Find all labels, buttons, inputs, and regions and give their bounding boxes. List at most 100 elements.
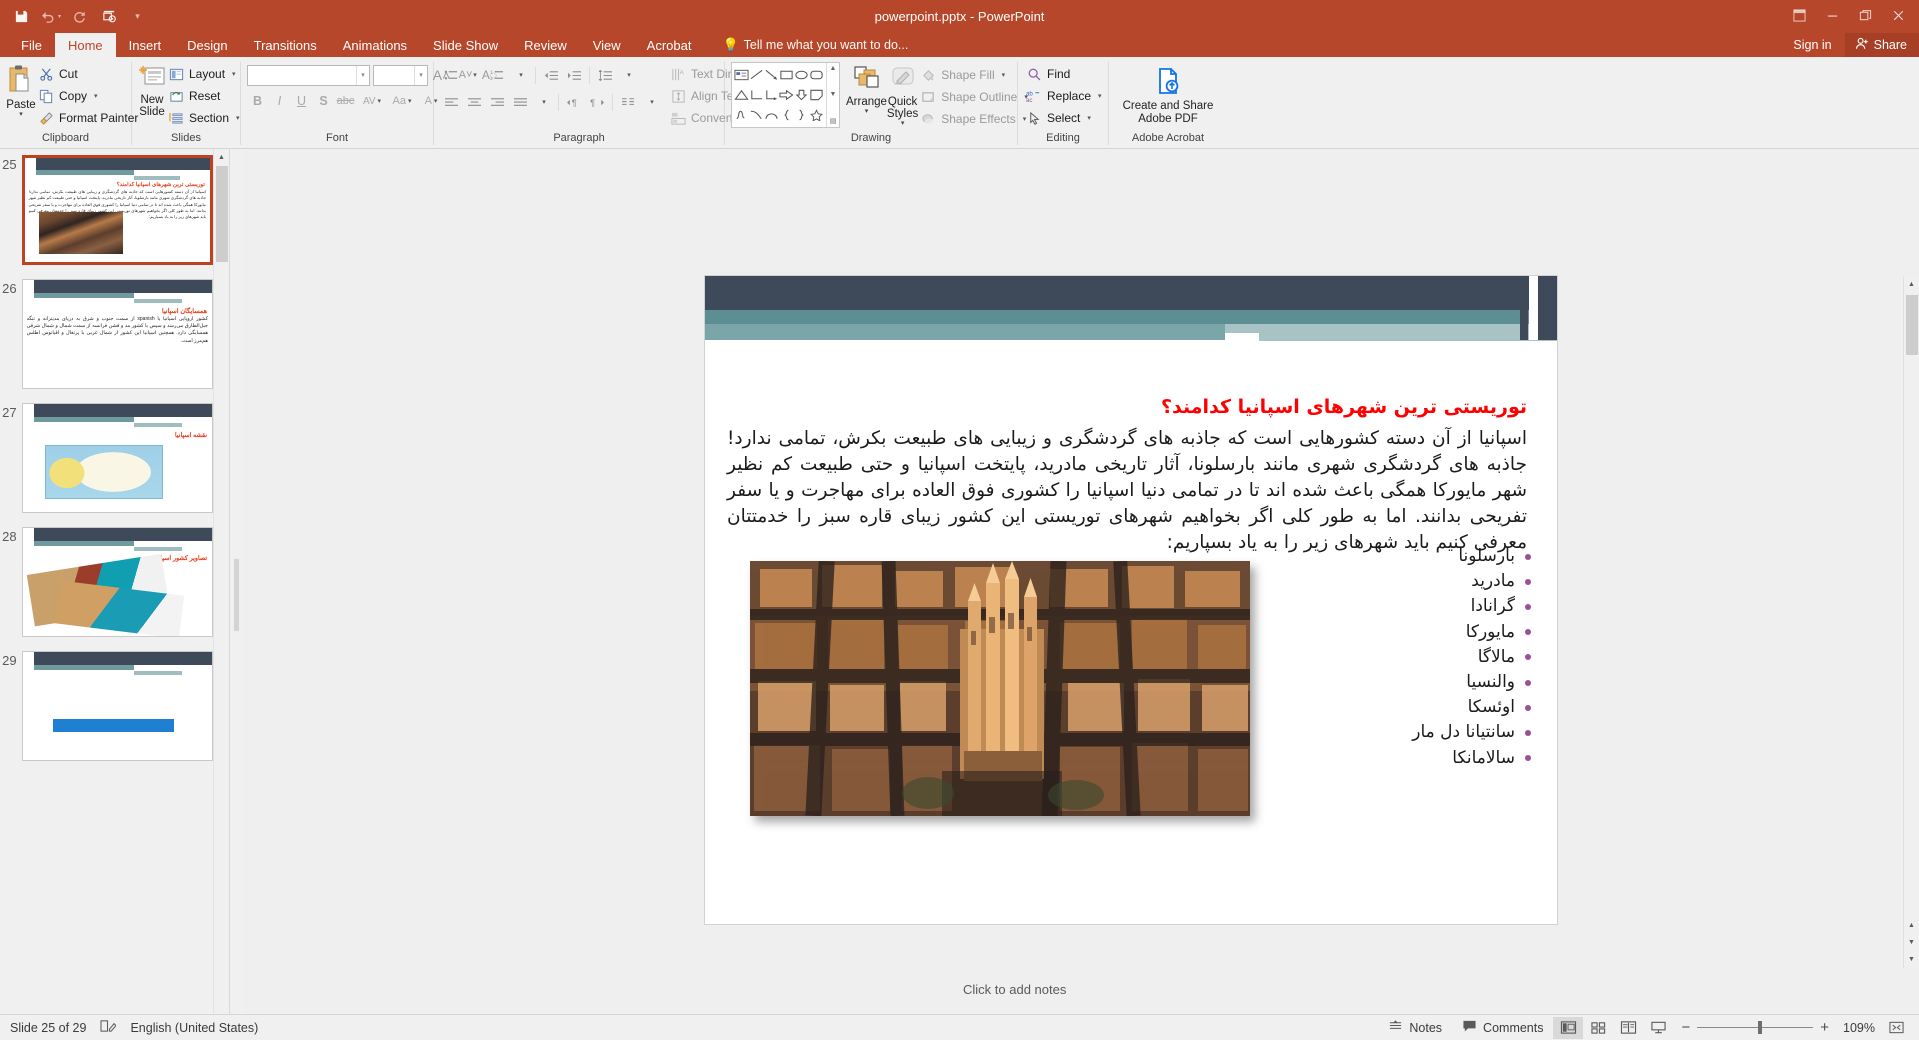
- increase-indent-button[interactable]: [563, 65, 585, 86]
- zoom-level[interactable]: 109%: [1837, 1021, 1881, 1035]
- thumbnail-row[interactable]: 26 همسایگان اسپانیا کشور اروپایی اسپانیا…: [0, 279, 213, 389]
- slide-show-button[interactable]: [1643, 1017, 1673, 1039]
- shapes-gallery[interactable]: ▲ ▼ ▤: [731, 62, 840, 128]
- ribbon-display-options-icon[interactable]: [1783, 1, 1816, 29]
- chevron-down-icon[interactable]: ▾: [1002, 71, 1006, 79]
- shape-fill-button[interactable]: Shape Fill ▾: [918, 64, 1032, 86]
- reading-view-button[interactable]: [1613, 1017, 1643, 1039]
- share-button[interactable]: Share: [1844, 33, 1919, 57]
- tab-design[interactable]: Design: [174, 33, 240, 57]
- shapes-gallery-scrollbar[interactable]: ▲ ▼ ▤: [826, 63, 839, 127]
- next-slide-icon[interactable]: ▼: [1904, 934, 1919, 951]
- previous-slide-icon[interactable]: ▲: [1904, 917, 1919, 934]
- replace-button[interactable]: ab ac Replace ▾: [1024, 85, 1106, 107]
- italic-button[interactable]: I: [269, 91, 290, 112]
- slide-thumbnail-28[interactable]: تصاویر کشور اسپانیا: [21, 527, 213, 637]
- format-painter-button[interactable]: Format Painter: [36, 107, 142, 129]
- create-and-share-adobe-pdf-button[interactable]: Create and Share Adobe PDF: [1115, 63, 1221, 125]
- new-slide-button[interactable]: New Slide: [138, 61, 166, 118]
- columns-button-dropdown[interactable]: ▾: [640, 92, 662, 113]
- scroll-down-icon[interactable]: ▼: [830, 91, 837, 98]
- chevron-down-icon[interactable]: ▾: [236, 114, 240, 122]
- sign-in-button[interactable]: Sign in: [1780, 38, 1844, 52]
- slide-thumbnail-25[interactable]: توریستی ترین شهرهای اسپانیا کدامند؟ اسپا…: [21, 155, 213, 265]
- slide-editing-surface[interactable]: توریستی ترین شهرهای اسپانیا کدامند؟ اسپا…: [705, 276, 1557, 924]
- shape-outline-button[interactable]: Shape Outline ▾: [918, 86, 1032, 108]
- change-case-button[interactable]: Aa ▾: [388, 91, 416, 112]
- chevron-down-icon[interactable]: ▾: [414, 65, 427, 85]
- tab-acrobat[interactable]: Acrobat: [634, 33, 705, 57]
- scribble-shape-icon[interactable]: [734, 105, 749, 125]
- columns-button[interactable]: [617, 92, 639, 113]
- spelling-icon[interactable]: [100, 1019, 118, 1036]
- line-spacing-button[interactable]: [594, 65, 616, 86]
- numbering-dropdown[interactable]: ▾: [509, 65, 531, 86]
- align-right-button[interactable]: [486, 92, 508, 113]
- chevron-down-icon[interactable]: ▾: [865, 108, 869, 115]
- redo-icon[interactable]: [66, 4, 93, 30]
- zoom-track[interactable]: [1697, 1021, 1814, 1034]
- thumbnail-pane-scrollbar[interactable]: ▲ ▼: [213, 149, 229, 1040]
- down-arrow-shape-icon[interactable]: [794, 85, 809, 105]
- elbow-arrow-connector-icon[interactable]: [764, 85, 779, 105]
- shape-effects-button[interactable]: Shape Effects ▾: [918, 108, 1032, 130]
- bold-button[interactable]: B: [247, 91, 268, 112]
- elbow-connector-icon[interactable]: [749, 85, 764, 105]
- slide-vertical-scrollbar[interactable]: ▲ ▲ ▼ ▼: [1903, 276, 1919, 968]
- star-shape-icon[interactable]: [809, 105, 824, 125]
- line-shape-icon[interactable]: [749, 65, 764, 85]
- curve-shape-icon[interactable]: [749, 105, 764, 125]
- slide-thumbnail-29[interactable]: [21, 651, 213, 761]
- strikethrough-button[interactable]: abc: [335, 91, 356, 112]
- bullets-button[interactable]: [440, 65, 462, 86]
- layout-button[interactable]: Layout ▾: [166, 63, 244, 85]
- text-shadow-button[interactable]: S: [313, 91, 334, 112]
- arc-shape-icon[interactable]: [764, 105, 779, 125]
- justify-button[interactable]: [509, 92, 531, 113]
- left-brace-shape-icon[interactable]: [779, 105, 794, 125]
- tab-file[interactable]: File: [8, 33, 55, 57]
- select-button[interactable]: Select ▾: [1024, 107, 1106, 129]
- language-indicator[interactable]: English (United States): [130, 1021, 258, 1035]
- chevron-down-icon[interactable]: ▾: [901, 120, 905, 127]
- chevron-down-icon[interactable]: ▾: [1087, 114, 1091, 122]
- slide-picture-barcelona[interactable]: [750, 561, 1250, 816]
- tab-review[interactable]: Review: [511, 33, 580, 57]
- columns-dropdown[interactable]: ▾: [532, 92, 554, 113]
- reset-button[interactable]: Reset: [166, 85, 244, 107]
- undo-icon[interactable]: ▾: [37, 4, 64, 30]
- slide-body-text[interactable]: اسپانیا از آن دسته کشورهایی است که جاذبه…: [727, 426, 1527, 556]
- chevron-down-icon[interactable]: ▾: [94, 92, 98, 100]
- zoom-out-icon[interactable]: −: [1681, 1019, 1690, 1036]
- notes-pane[interactable]: Click to add notes: [705, 968, 1919, 1014]
- minimize-icon[interactable]: [1816, 1, 1849, 29]
- font-size-box[interactable]: ▾: [373, 64, 428, 86]
- save-icon[interactable]: [8, 4, 35, 30]
- zoom-slider[interactable]: − +: [1673, 1019, 1837, 1036]
- tab-slide-show[interactable]: Slide Show: [420, 33, 511, 57]
- scroll-down-icon[interactable]: ▼: [1904, 951, 1919, 968]
- section-button[interactable]: Section ▾: [166, 107, 244, 129]
- close-icon[interactable]: [1882, 1, 1915, 29]
- arrow-shape-icon[interactable]: [764, 65, 779, 85]
- copy-button[interactable]: Copy ▾: [36, 85, 142, 107]
- slide-sorter-view-button[interactable]: [1583, 1017, 1613, 1039]
- font-name-box[interactable]: ▾: [247, 64, 370, 86]
- cut-button[interactable]: Cut: [36, 63, 142, 85]
- bullets-dropdown[interactable]: ▾: [463, 65, 485, 86]
- tab-insert[interactable]: Insert: [116, 33, 175, 57]
- tab-transitions[interactable]: Transitions: [241, 33, 330, 57]
- thumbnail-row[interactable]: 29: [0, 651, 213, 761]
- thumbnail-row[interactable]: 25 توریستی ترین شهرهای اسپانیا کدامند؟ ا…: [0, 155, 213, 265]
- notes-button[interactable]: Notes: [1378, 1016, 1452, 1040]
- right-brace-shape-icon[interactable]: [794, 105, 809, 125]
- align-center-button[interactable]: [463, 92, 485, 113]
- normal-view-button[interactable]: [1553, 1016, 1584, 1039]
- oval-shape-icon[interactable]: [794, 65, 809, 85]
- slide-title[interactable]: توریستی ترین شهرهای اسپانیا کدامند؟: [1161, 396, 1527, 418]
- chevron-down-icon[interactable]: ▾: [19, 111, 23, 118]
- align-left-button[interactable]: [440, 92, 462, 113]
- folded-corner-shape-icon[interactable]: [809, 85, 824, 105]
- zoom-in-icon[interactable]: +: [1820, 1019, 1829, 1036]
- chevron-down-icon[interactable]: ▾: [232, 70, 236, 78]
